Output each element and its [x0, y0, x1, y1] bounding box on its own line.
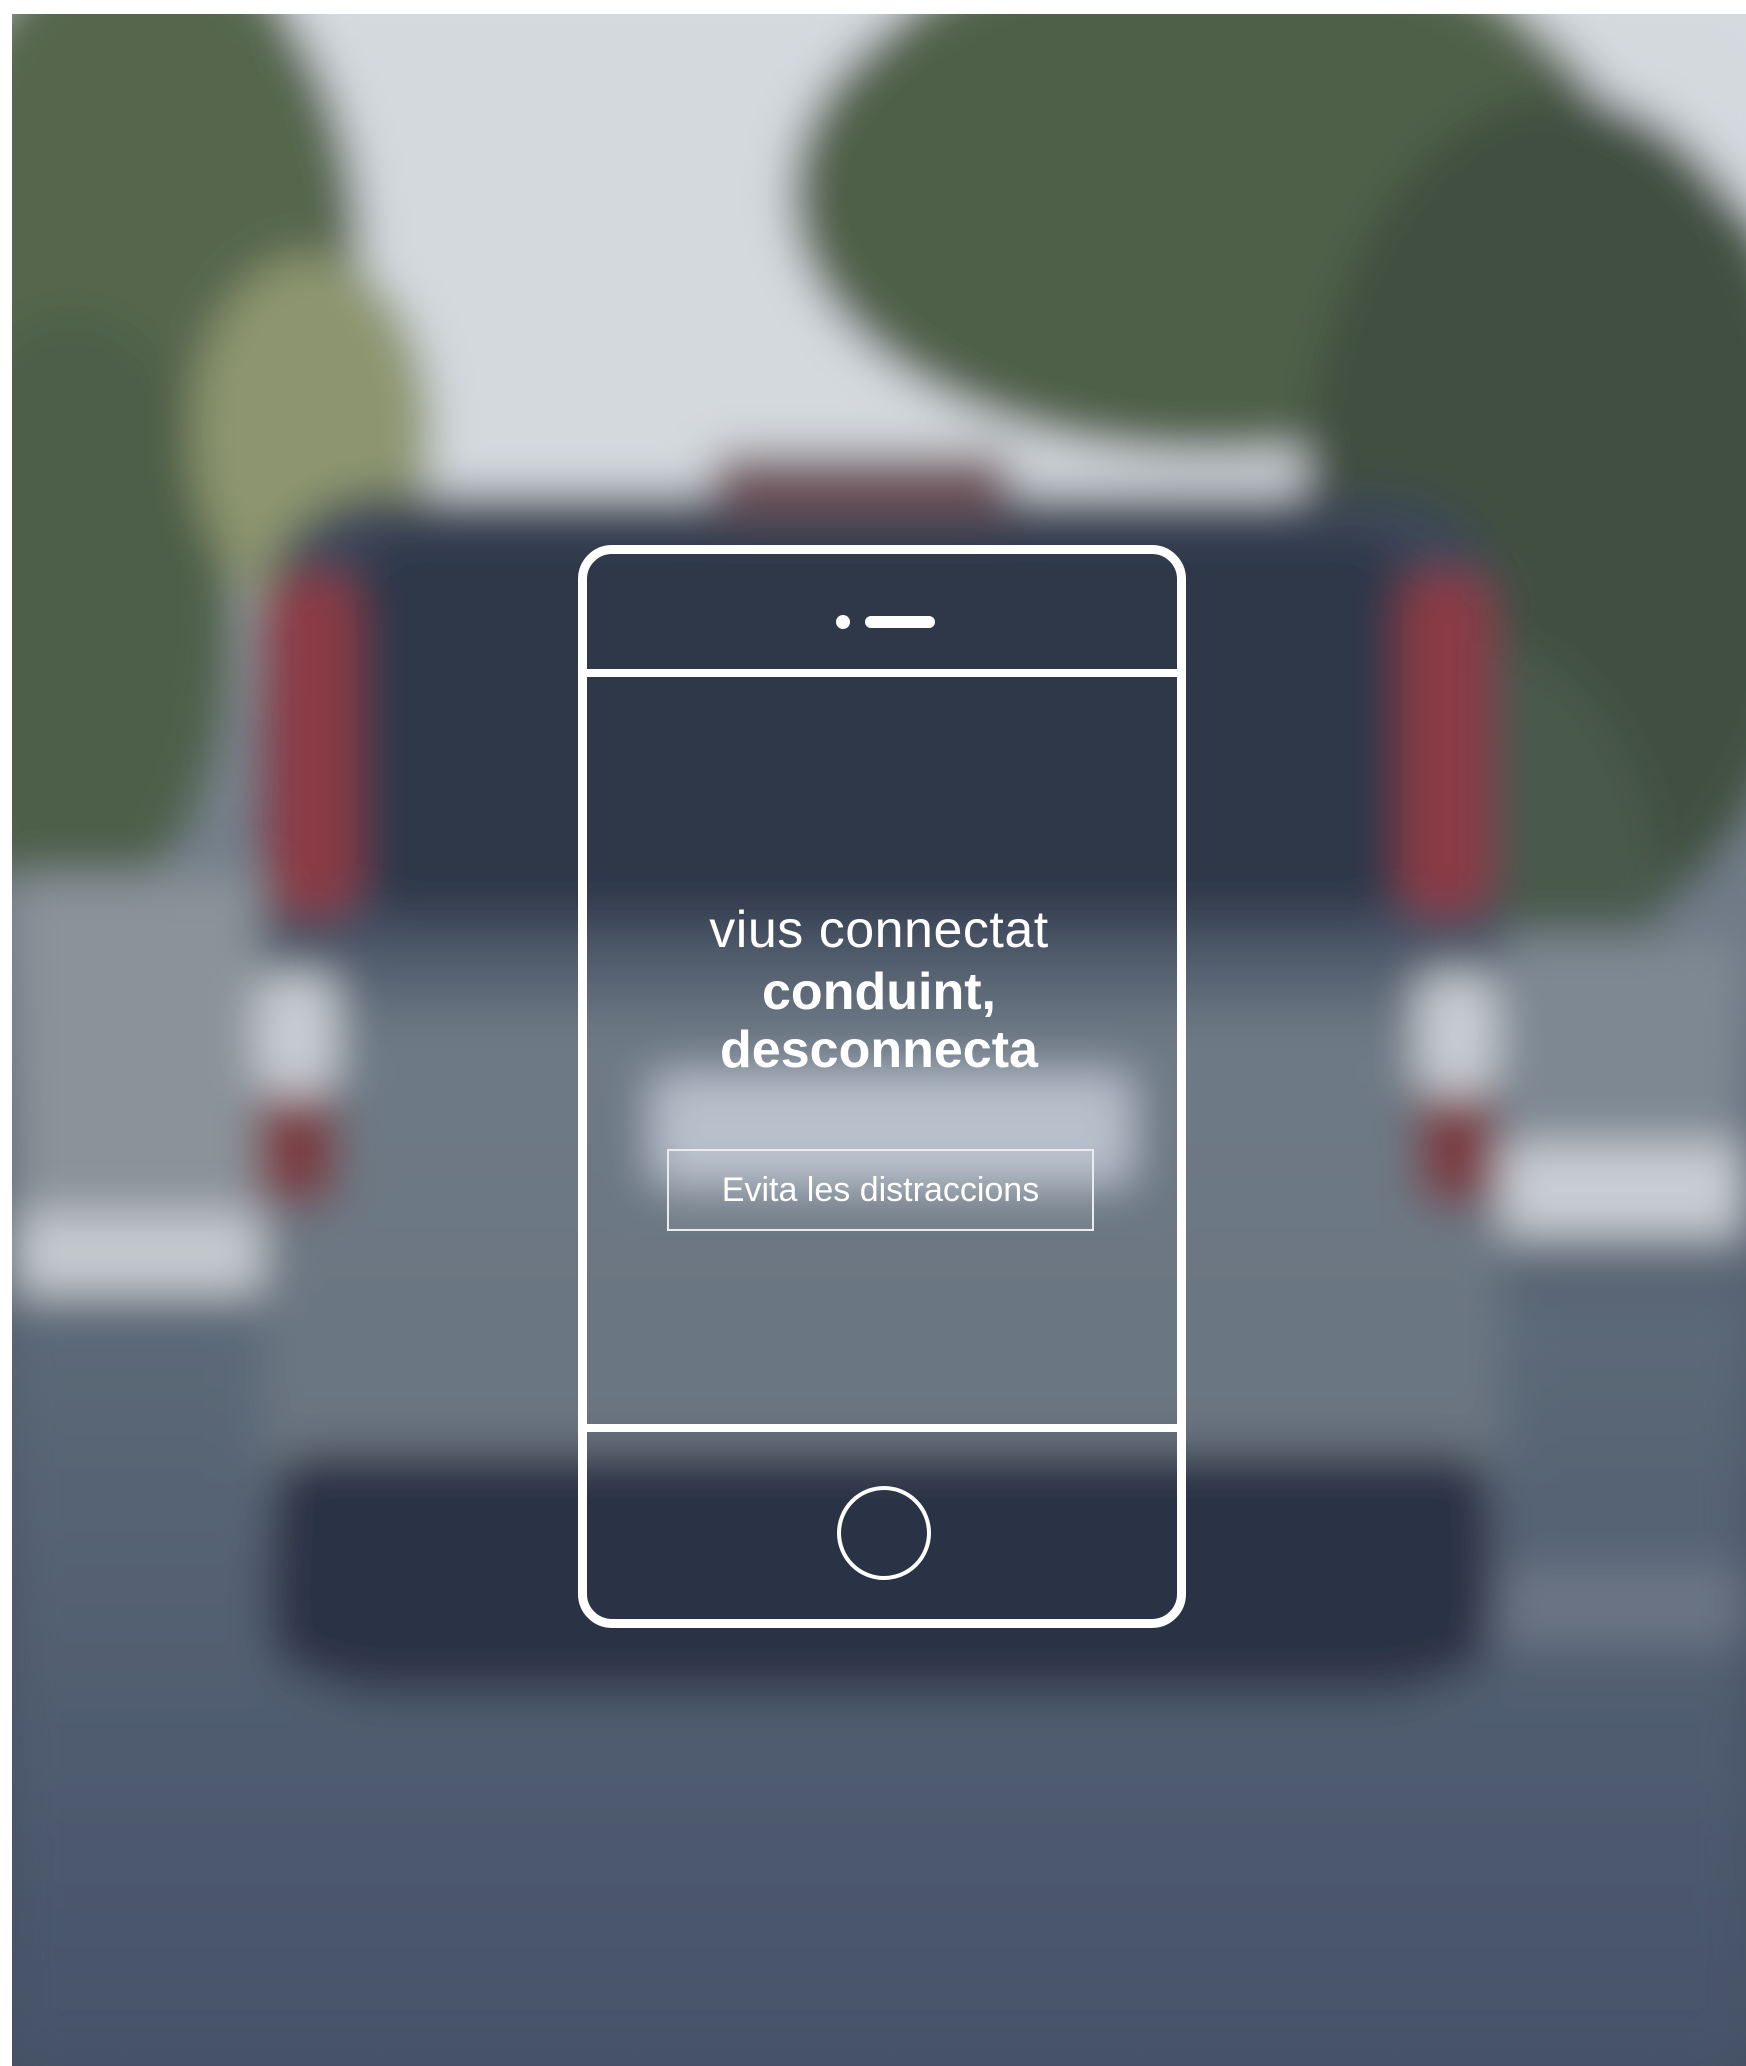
home-button-icon [837, 1486, 931, 1580]
headline-line-1: vius connectat [709, 901, 1049, 959]
camera-dot-icon [836, 615, 850, 629]
headline-line-3: desconnecta [720, 1021, 1038, 1079]
speaker-icon [865, 616, 935, 628]
avoid-distractions-button[interactable]: Evita les distraccions [667, 1149, 1094, 1231]
headline-line-2: conduint, [762, 963, 996, 1021]
screen-bottom-divider [587, 1424, 1177, 1432]
smartphone-outline-icon [578, 545, 1186, 1628]
screen-top-divider [587, 669, 1177, 677]
